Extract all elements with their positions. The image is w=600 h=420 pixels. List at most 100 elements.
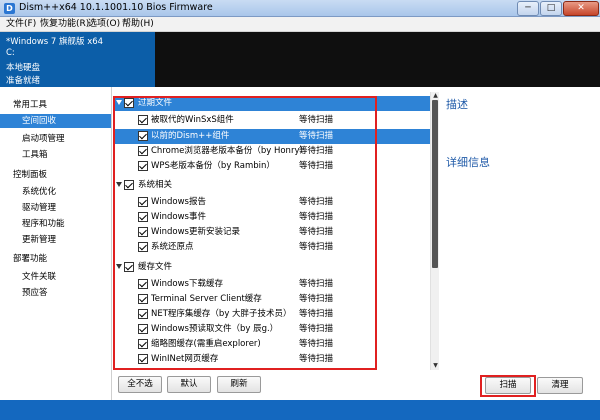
list-item[interactable]: Windows预读取文件（by 辰g.） 等待扫描 bbox=[113, 322, 430, 337]
sidebar-group-common-tools: 常用工具 bbox=[13, 100, 48, 110]
item-label: 缩略图缓存(需重启explorer) bbox=[151, 339, 261, 349]
system-disk: 本地硬盘 bbox=[6, 63, 41, 73]
menu-bar: 文件(F) 恢复功能(R) 选项(O) 帮助(H) bbox=[0, 17, 600, 32]
item-status: 等待扫描 bbox=[299, 309, 334, 319]
sidebar-item-space-recovery[interactable]: 空间回收 bbox=[0, 114, 111, 128]
checkbox[interactable] bbox=[124, 180, 134, 190]
item-status: 等待扫描 bbox=[299, 146, 334, 156]
list-item[interactable]: 系统还原点 等待扫描 bbox=[113, 240, 430, 255]
checkbox[interactable] bbox=[138, 227, 148, 237]
item-label: WinINet网页缓存 bbox=[151, 354, 219, 364]
sidebar: 常用工具 空间回收 启动项管理 工具箱 控制面板 系统优化 驱动管理 程序和功能… bbox=[0, 87, 112, 400]
group-label: 系统相关 bbox=[138, 180, 173, 190]
maximize-button[interactable]: □ bbox=[540, 1, 562, 16]
item-label: NET程序集缓存（by 大胖子技术员） bbox=[151, 309, 292, 319]
sidebar-item-update-manager[interactable]: 更新管理 bbox=[22, 233, 56, 245]
sidebar-item-driver-manager[interactable]: 驱动管理 bbox=[22, 201, 56, 213]
item-label: 以前的Dism++组件 bbox=[151, 131, 230, 141]
list-item[interactable]: NET程序集缓存（by 大胖子技术员） 等待扫描 bbox=[113, 307, 430, 322]
item-status: 等待扫描 bbox=[299, 212, 334, 222]
menu-options[interactable]: 选项(O) bbox=[88, 18, 120, 31]
action-bar: 全不选 默认 刷新 扫描 清理 bbox=[113, 370, 600, 400]
sidebar-group-deploy: 部署功能 bbox=[13, 254, 48, 264]
item-status: 等待扫描 bbox=[299, 131, 334, 141]
expand-arrow-icon[interactable] bbox=[116, 264, 122, 269]
list-item[interactable]: Windows报告 等待扫描 bbox=[113, 195, 430, 210]
checkbox[interactable] bbox=[138, 324, 148, 334]
list-item[interactable]: Terminal Server Client缓存 等待扫描 bbox=[113, 292, 430, 307]
window-title: Dism++x64 10.1.1001.10 Bios Firmware bbox=[19, 2, 213, 13]
checkbox[interactable] bbox=[138, 115, 148, 125]
list-item[interactable]: Windows事件 等待扫描 bbox=[113, 210, 430, 225]
group-system[interactable]: 系统相关 bbox=[113, 178, 430, 193]
item-status: 等待扫描 bbox=[299, 294, 334, 304]
checkbox[interactable] bbox=[138, 294, 148, 304]
scroll-down-icon[interactable]: ▼ bbox=[431, 362, 440, 370]
item-status: 等待扫描 bbox=[299, 324, 334, 334]
menu-file[interactable]: 文件(F) bbox=[6, 18, 36, 31]
checkbox[interactable] bbox=[138, 197, 148, 207]
checkbox[interactable] bbox=[138, 146, 148, 156]
menu-help[interactable]: 帮助(H) bbox=[122, 18, 154, 31]
app-icon: D bbox=[4, 3, 15, 14]
sidebar-item-programs[interactable]: 程序和功能 bbox=[22, 217, 65, 229]
list-item[interactable]: WinINet网页缓存 等待扫描 bbox=[113, 352, 430, 367]
minimize-button[interactable]: ─ bbox=[517, 1, 539, 16]
item-label: Terminal Server Client缓存 bbox=[151, 294, 262, 304]
sidebar-group-control-panel: 控制面板 bbox=[13, 170, 48, 180]
checkbox[interactable] bbox=[138, 242, 148, 252]
list-item[interactable]: Chrome浏览器老版本备份（by Honry） 等待扫描 bbox=[113, 144, 430, 159]
system-list-area bbox=[155, 32, 600, 87]
list-scrollbar[interactable]: ▲ ▼ bbox=[430, 92, 439, 370]
checkbox[interactable] bbox=[138, 309, 148, 319]
description-title: 描述 bbox=[446, 98, 468, 111]
checkbox[interactable] bbox=[138, 212, 148, 222]
title-bar: D Dism++x64 10.1.1001.10 Bios Firmware ─… bbox=[0, 0, 600, 17]
list-item[interactable]: Windows下载缓存 等待扫描 bbox=[113, 277, 430, 292]
system-status: 准备就绪 bbox=[6, 76, 41, 86]
default-button[interactable]: 默认 bbox=[167, 376, 211, 393]
list-item[interactable]: WPS老版本备份（by Rambin） 等待扫描 bbox=[113, 159, 430, 174]
sidebar-item-answer-file[interactable]: 预应答 bbox=[22, 286, 48, 298]
system-info-panel[interactable]: *Windows 7 旗舰版 x64 C: 本地硬盘 准备就绪 bbox=[0, 32, 155, 87]
checkbox[interactable] bbox=[138, 339, 148, 349]
deselect-all-button[interactable]: 全不选 bbox=[118, 376, 162, 393]
group-cache-files[interactable]: 缓存文件 bbox=[113, 260, 430, 275]
checkbox[interactable] bbox=[138, 279, 148, 289]
item-label: Windows事件 bbox=[151, 212, 206, 222]
checkbox[interactable] bbox=[138, 131, 148, 141]
expand-arrow-icon[interactable] bbox=[116, 100, 122, 105]
list-item[interactable]: 被取代的WinSxS组件 等待扫描 bbox=[113, 113, 430, 128]
item-label: Windows报告 bbox=[151, 197, 206, 207]
sidebar-item-system-optimize[interactable]: 系统优化 bbox=[22, 185, 56, 197]
scrollbar-thumb[interactable] bbox=[432, 100, 438, 268]
expand-arrow-icon[interactable] bbox=[116, 182, 122, 187]
list-item[interactable]: 缩略图缓存(需重启explorer) 等待扫描 bbox=[113, 337, 430, 352]
item-status: 等待扫描 bbox=[299, 354, 334, 364]
item-label: WPS老版本备份（by Rambin） bbox=[151, 161, 275, 171]
sidebar-item-file-association[interactable]: 文件关联 bbox=[22, 270, 56, 282]
scan-button[interactable]: 扫描 bbox=[485, 377, 531, 394]
checkbox[interactable] bbox=[138, 354, 148, 364]
menu-restore[interactable]: 恢复功能(R) bbox=[40, 18, 89, 31]
status-bar bbox=[0, 400, 600, 420]
list-item[interactable]: Windows更新安装记录 等待扫描 bbox=[113, 225, 430, 240]
checkbox[interactable] bbox=[138, 161, 148, 171]
system-name: *Windows 7 旗舰版 x64 bbox=[6, 37, 104, 47]
item-status: 等待扫描 bbox=[299, 227, 334, 237]
sidebar-item-startup-manager[interactable]: 启动项管理 bbox=[22, 132, 65, 144]
clean-button[interactable]: 清理 bbox=[537, 377, 583, 394]
group-label: 过期文件 bbox=[138, 98, 173, 108]
checkbox[interactable] bbox=[124, 262, 134, 272]
item-status: 等待扫描 bbox=[299, 242, 334, 252]
cleanup-list: 过期文件 被取代的WinSxS组件 等待扫描 以前的Dism++组件 等待扫描 … bbox=[113, 92, 430, 370]
close-button[interactable]: ✕ bbox=[563, 1, 599, 16]
scroll-up-icon[interactable]: ▲ bbox=[431, 92, 440, 100]
list-item[interactable]: 以前的Dism++组件 等待扫描 bbox=[113, 129, 430, 144]
system-drive: C: bbox=[6, 48, 15, 58]
sidebar-item-toolbox[interactable]: 工具箱 bbox=[22, 148, 48, 160]
refresh-button[interactable]: 刷新 bbox=[217, 376, 261, 393]
group-expired-files[interactable]: 过期文件 bbox=[113, 96, 430, 111]
item-status: 等待扫描 bbox=[299, 197, 334, 207]
checkbox[interactable] bbox=[124, 98, 134, 108]
